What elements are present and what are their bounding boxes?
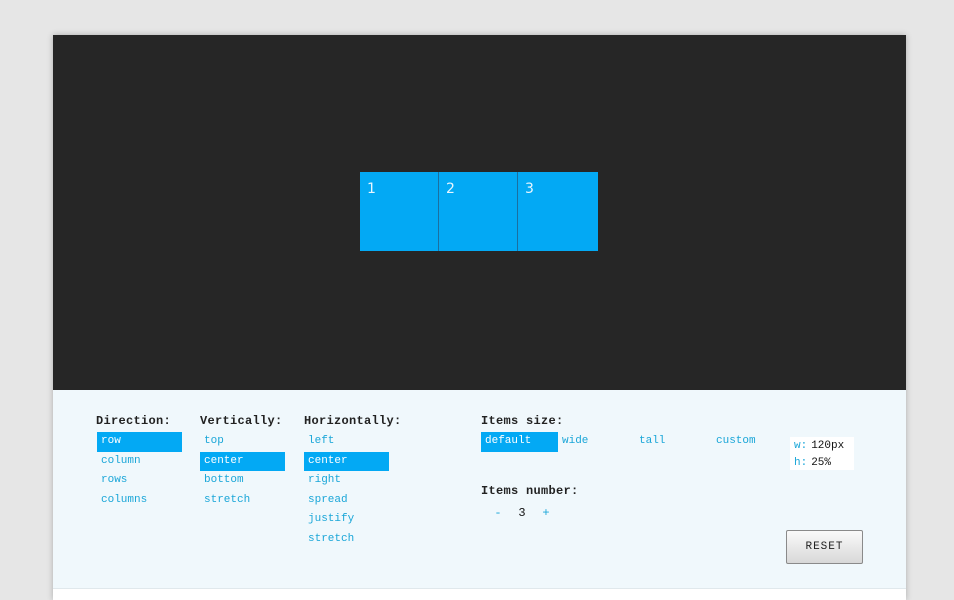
size-option-default[interactable]: default xyxy=(481,432,558,452)
height-input[interactable]: 25% xyxy=(811,457,831,469)
vertically-option-top[interactable]: top xyxy=(200,432,285,452)
height-label: h: xyxy=(794,457,808,469)
controls-panel: Direction: row column rows columns Verti… xyxy=(53,390,906,589)
horizontally-title: Horizontally: xyxy=(304,414,402,428)
direction-title: Direction: xyxy=(96,414,172,428)
items-number-value: 3 xyxy=(518,506,526,520)
vertically-option-center[interactable]: center xyxy=(200,451,285,471)
items-number-title: Items number: xyxy=(481,484,579,498)
horizontally-option-left[interactable]: left xyxy=(304,432,389,452)
horizontally-option-center[interactable]: center xyxy=(304,451,389,471)
items-number-stepper: - 3 + xyxy=(485,506,559,520)
flex-item: 3 xyxy=(518,172,598,251)
vertically-option-stretch[interactable]: stretch xyxy=(200,491,285,511)
custom-size-inputs: w: 120px h: 25% xyxy=(790,437,854,470)
items-size-options: default wide tall custom xyxy=(481,432,789,452)
flex-stage: 1 2 3 xyxy=(53,35,906,390)
flex-item: 2 xyxy=(439,172,518,251)
vertically-option-bottom[interactable]: bottom xyxy=(200,471,285,491)
flex-item: 1 xyxy=(360,172,439,251)
increment-button[interactable]: + xyxy=(533,506,559,520)
direction-option-columns[interactable]: columns xyxy=(97,491,182,511)
size-option-tall[interactable]: tall xyxy=(635,432,712,452)
flex-container: 1 2 3 xyxy=(360,172,598,251)
items-size-title: Items size: xyxy=(481,414,564,428)
horizontally-option-right[interactable]: right xyxy=(304,471,389,491)
demo-card: 1 2 3 Direction: row column rows columns… xyxy=(53,35,906,600)
direction-options: row column rows columns xyxy=(97,432,182,510)
vertically-options: top center bottom stretch xyxy=(200,432,285,510)
size-option-custom[interactable]: custom xyxy=(712,432,789,452)
horizontally-options: left center right spread justify stretch xyxy=(304,432,389,549)
direction-option-column[interactable]: column xyxy=(97,452,182,472)
vertically-title: Vertically: xyxy=(200,414,283,428)
horizontally-option-spread[interactable]: spread xyxy=(304,491,389,511)
horizontally-option-stretch[interactable]: stretch xyxy=(304,530,389,550)
decrement-button[interactable]: - xyxy=(485,506,511,520)
width-input[interactable]: 120px xyxy=(811,440,844,452)
horizontally-option-justify[interactable]: justify xyxy=(304,510,389,530)
size-option-wide[interactable]: wide xyxy=(558,432,635,452)
direction-option-row[interactable]: row xyxy=(97,432,182,452)
width-label: w: xyxy=(794,440,808,452)
reset-button[interactable]: RESET xyxy=(786,530,863,564)
direction-option-rows[interactable]: rows xyxy=(97,471,182,491)
